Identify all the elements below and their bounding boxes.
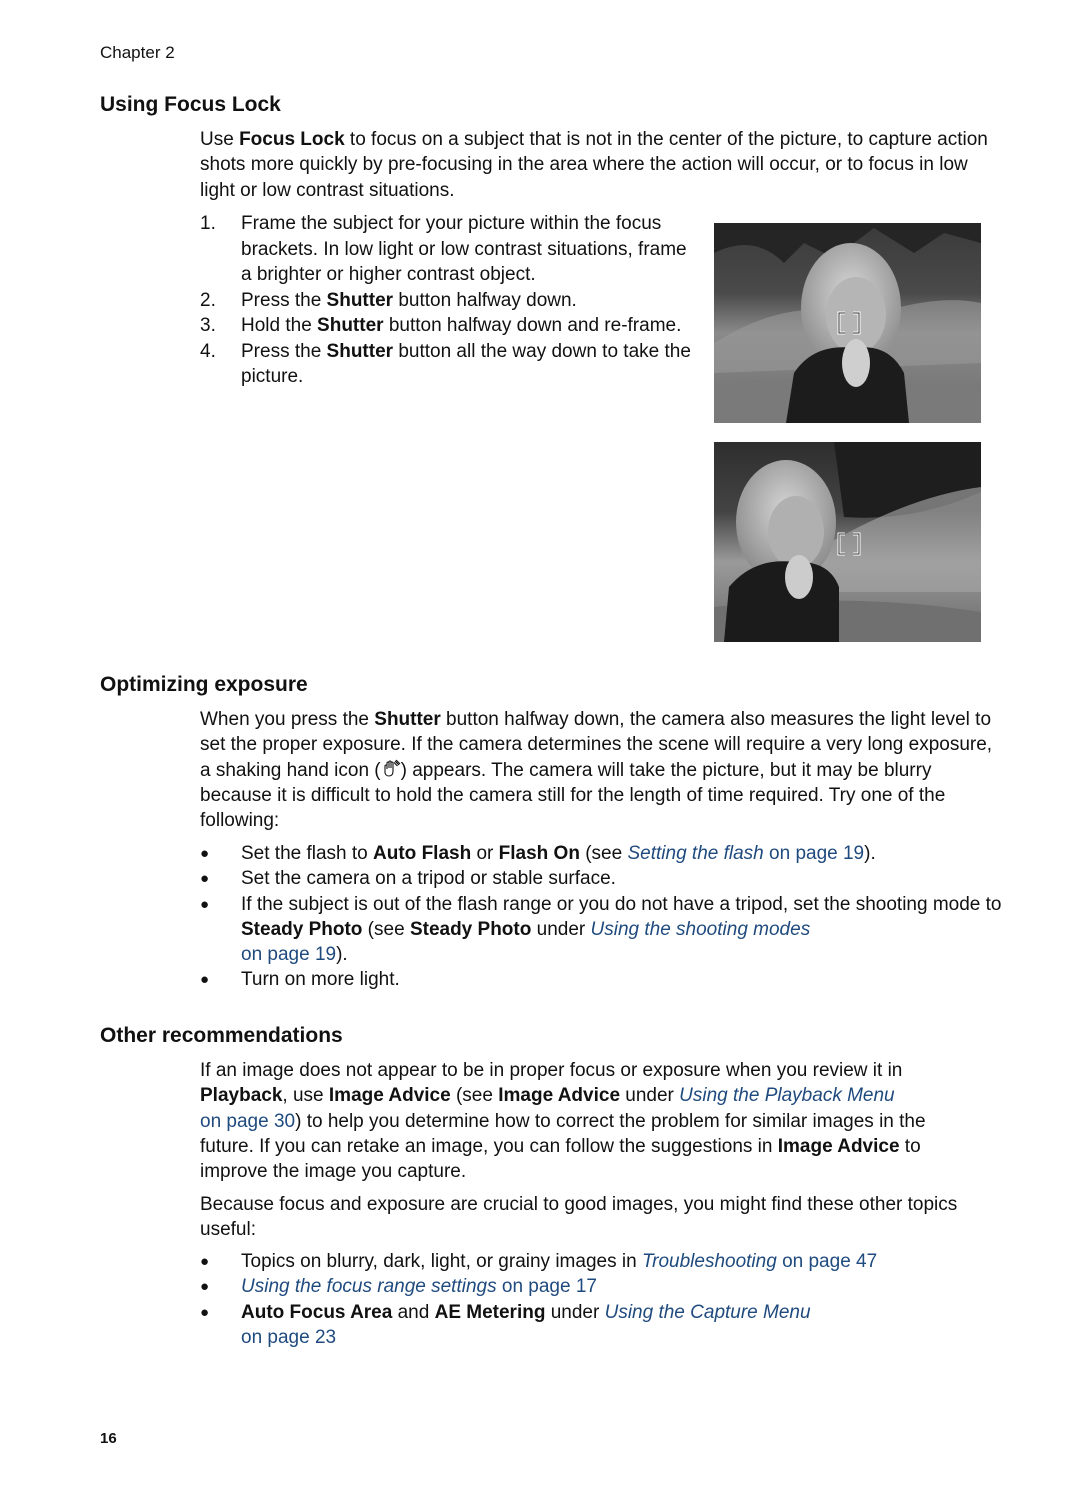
focus-lock-intro: Use Focus Lock to focus on a subject tha… — [200, 127, 1000, 203]
term-steady-photo: Steady Photo — [409, 918, 532, 940]
term-focus-lock: Focus Lock — [239, 129, 345, 150]
focus-lock-steps: 1. Frame the subject for your picture wi… — [200, 211, 700, 390]
tip-steady-photo: ● If the subject is out of the flash ran… — [200, 892, 1010, 968]
text: or — [471, 843, 499, 864]
photo-focus-recomposed — [714, 442, 981, 642]
step-2: 2. Press the Shutter button halfway down… — [200, 288, 700, 314]
step-number: 1. — [200, 213, 216, 234]
bullet-icon: ● — [200, 895, 210, 913]
term-shutter: Shutter — [326, 289, 394, 311]
text: button halfway down. — [393, 289, 577, 311]
link-title[interactable]: Using the shooting modes — [591, 919, 811, 940]
bullet-icon: ● — [200, 971, 210, 989]
step-number: 2. — [200, 289, 216, 311]
exposure-tips-list: ● Set the flash to Auto Flash or Flash O… — [200, 841, 1010, 993]
page-number: 16 — [100, 1430, 117, 1447]
text: Topics on blurry, dark, light, or grainy… — [241, 1251, 642, 1272]
text: under — [531, 918, 591, 940]
text: Press the — [241, 340, 327, 362]
term-steady-photo: Steady Photo — [241, 918, 363, 940]
link-page[interactable]: on page 47 — [777, 1251, 877, 1272]
term-flash-on: Flash On — [498, 843, 580, 864]
term-image-advice: Image Advice — [328, 1085, 451, 1107]
link-page[interactable]: on page 23 — [241, 1327, 336, 1348]
heading-using-focus-lock: Using Focus Lock — [100, 93, 281, 116]
term-auto-flash: Auto Flash — [373, 843, 472, 864]
text: Turn on more light. — [241, 969, 400, 991]
link-title[interactable]: Troubleshooting — [642, 1251, 777, 1272]
tip-more-light: ● Turn on more light. — [200, 967, 1010, 992]
text: and — [392, 1301, 435, 1323]
text: Set the camera on a tripod or stable sur… — [241, 868, 616, 890]
text: (see — [579, 843, 628, 864]
text: If an image does not appear to be in pro… — [200, 1060, 903, 1081]
tip-tripod: ● Set the camera on a tripod or stable s… — [200, 866, 1010, 891]
focus-brackets-icon — [837, 532, 861, 556]
text: When you press the — [200, 709, 375, 730]
other-para-1: If an image does not appear to be in pro… — [200, 1058, 980, 1184]
text: (see — [450, 1085, 499, 1107]
text: button halfway down and re-frame. — [383, 315, 682, 336]
step-text: Frame the subject for your picture withi… — [241, 213, 687, 285]
link-title[interactable]: Setting the flash — [627, 843, 763, 864]
term-ae-metering: AE Metering — [434, 1301, 546, 1323]
term-auto-focus-area: Auto Focus Area — [241, 1301, 393, 1323]
heading-optimizing-exposure: Optimizing exposure — [100, 673, 308, 696]
text: Set the flash to — [241, 843, 374, 864]
text: Press the — [241, 289, 327, 311]
link-title[interactable]: Using the Capture Menu — [605, 1302, 811, 1323]
term-image-advice: Image Advice — [777, 1135, 900, 1157]
tip-auto-flash: ● Set the flash to Auto Flash or Flash O… — [200, 841, 1010, 866]
link-title[interactable]: Using the focus range settings — [241, 1276, 497, 1297]
text: If the subject is out of the flash range… — [241, 893, 1002, 915]
topic-capture-menu: ● Auto Focus Area and AE Metering under … — [200, 1300, 1010, 1351]
link-troubleshooting[interactable]: Troubleshooting on page 47 — [642, 1251, 877, 1272]
link-page[interactable]: on page 17 — [497, 1276, 597, 1297]
link-setting-the-flash[interactable]: Setting the flash on page 19 — [627, 843, 864, 864]
step-3: 3. Hold the Shutter button halfway down … — [200, 313, 700, 339]
bullet-icon: ● — [200, 870, 210, 888]
shaking-hand-icon — [384, 759, 401, 777]
step-4: 4. Press the Shutter button all the way … — [200, 339, 700, 390]
text: Use — [200, 129, 240, 150]
step-1: 1. Frame the subject for your picture wi… — [200, 211, 700, 288]
link-page[interactable]: on page 30 — [200, 1111, 295, 1132]
bullet-icon: ● — [200, 1253, 210, 1270]
heading-other-recommendations: Other recommendations — [100, 1024, 343, 1047]
focus-brackets-icon — [837, 311, 861, 335]
text: Hold the — [241, 315, 318, 336]
bullet-icon: ● — [200, 845, 210, 862]
text: (see — [362, 918, 410, 940]
topic-troubleshooting: ● Topics on blurry, dark, light, or grai… — [200, 1249, 1010, 1274]
link-title[interactable]: Using the Playback Menu — [679, 1085, 894, 1106]
term-playback: Playback — [200, 1085, 283, 1107]
term-shutter: Shutter — [374, 709, 441, 730]
step-number: 4. — [200, 340, 216, 362]
chapter-label: Chapter 2 — [100, 43, 175, 62]
text: , use — [282, 1085, 329, 1107]
other-para-2: Because focus and exposure are crucial t… — [200, 1194, 958, 1241]
term-shutter: Shutter — [326, 340, 394, 362]
bullet-icon: ● — [200, 1303, 210, 1321]
text: under — [545, 1301, 605, 1323]
link-page[interactable]: on page 19 — [764, 843, 864, 864]
exposure-intro: When you press the Shutter button halfwa… — [200, 707, 1000, 833]
step-number: 3. — [200, 315, 216, 336]
topic-focus-range: ● Using the focus range settings on page… — [200, 1274, 1010, 1299]
term-image-advice: Image Advice — [498, 1085, 621, 1107]
link-page[interactable]: on page 19 — [241, 944, 336, 965]
text: under — [620, 1085, 680, 1107]
text: ). — [336, 944, 348, 966]
term-shutter: Shutter — [317, 315, 384, 336]
link-using-the-focus-range-settings[interactable]: Using the focus range settings on page 1… — [241, 1276, 597, 1297]
text: ). — [864, 843, 876, 864]
related-topics-list: ● Topics on blurry, dark, light, or grai… — [200, 1249, 1010, 1350]
bullet-icon: ● — [200, 1278, 210, 1296]
photo-focus-centered — [714, 223, 981, 423]
